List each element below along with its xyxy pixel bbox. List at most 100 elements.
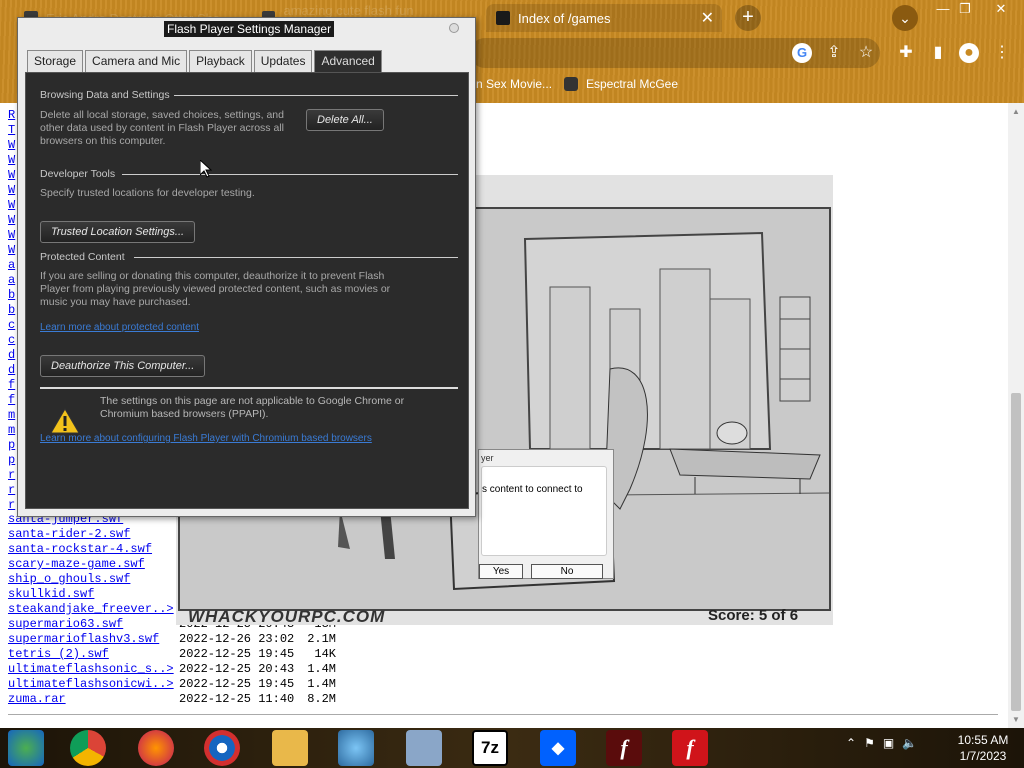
file-link[interactable]: ultimateflashsonicwi..> <box>8 677 179 692</box>
volume-icon[interactable]: 🔈 <box>902 736 917 750</box>
chrome-icon[interactable] <box>70 730 106 766</box>
obama-icon[interactable] <box>204 730 240 766</box>
chromium-config-link[interactable]: Learn more about configuring Flash Playe… <box>40 433 372 444</box>
flag-icon[interactable]: ⚑ <box>864 736 875 750</box>
scroll-thumb[interactable] <box>1011 393 1021 711</box>
flash-settings-window[interactable]: Flash Player Settings Manager Storage Ca… <box>17 17 476 517</box>
file-link[interactable]: p <box>8 453 15 468</box>
installer-icon[interactable] <box>406 730 442 766</box>
file-link[interactable]: santa-rockstar-4.swf <box>8 542 179 557</box>
network-tray-icon[interactable]: ▣ <box>883 736 894 750</box>
file-link[interactable]: c <box>8 318 15 333</box>
file-link[interactable]: W <box>8 153 15 168</box>
share-icon[interactable]: ⇪ <box>824 43 844 63</box>
file-link[interactable]: W <box>8 138 15 153</box>
tab-storage[interactable]: Storage <box>27 50 84 72</box>
file-link[interactable]: supermario63.swf <box>8 617 179 632</box>
file-link[interactable]: skullkid.swf <box>8 587 179 602</box>
file-link[interactable]: b <box>8 288 15 303</box>
tab-search-button[interactable]: ⌄ <box>892 5 918 31</box>
file-link[interactable]: c <box>8 333 15 348</box>
address-bar[interactable] <box>470 38 880 68</box>
trusted-location-settings-button[interactable]: Trusted Location Settings... <box>40 221 196 243</box>
bookmark-star-icon[interactable]: ☆ <box>856 43 876 63</box>
side-panel-icon[interactable]: ▮ <box>928 43 948 63</box>
flash-icon[interactable]: f <box>672 730 708 766</box>
file-link[interactable]: W <box>8 198 15 213</box>
file-link[interactable]: W <box>8 183 15 198</box>
file-link[interactable]: supermarioflashv3.swf <box>8 632 179 647</box>
chrome-remote-icon[interactable] <box>8 730 44 766</box>
file-explorer-icon[interactable] <box>272 730 308 766</box>
close-tab-icon[interactable]: ✕ <box>701 8 714 28</box>
developer-description: Specify trusted locations for developer … <box>40 187 255 199</box>
menu-kebab-icon[interactable]: ⋮ <box>992 43 1012 63</box>
file-link[interactable]: R <box>8 108 15 123</box>
file-link[interactable]: W <box>8 243 15 258</box>
file-date: 2022-12-25 19:45 <box>179 647 295 661</box>
file-size: 1.4M <box>307 662 336 676</box>
file-link[interactable]: steakandjake_freever..> <box>8 602 179 617</box>
delete-all-button[interactable]: Delete All... <box>306 109 384 131</box>
dropbox-icon[interactable]: ◆ <box>540 730 576 766</box>
file-link[interactable]: ultimateflashsonic_s..> <box>8 662 179 677</box>
extensions-icon[interactable]: ✚ <box>896 43 916 63</box>
mcgee-favicon-icon <box>564 77 578 91</box>
page-scrollbar[interactable]: ▲ ▼ <box>1008 103 1024 728</box>
file-link[interactable]: zuma.rar <box>8 692 179 707</box>
google-lens-icon[interactable]: G <box>792 43 812 63</box>
file-link[interactable]: f <box>8 393 15 408</box>
7zip-icon[interactable]: 7z <box>472 730 508 766</box>
file-link[interactable]: d <box>8 348 15 363</box>
file-link[interactable]: W <box>8 168 15 183</box>
no-button[interactable]: No <box>531 564 603 579</box>
profile-avatar-icon[interactable]: ● <box>959 43 979 63</box>
tab-updates[interactable]: Updates <box>253 50 313 72</box>
tab-playback[interactable]: Playback <box>189 50 252 72</box>
scroll-down-arrow-icon[interactable]: ▼ <box>1011 715 1021 725</box>
tab-camera-and-mic[interactable]: Camera and Mic <box>85 50 188 72</box>
file-link[interactable]: f <box>8 378 15 393</box>
file-link[interactable]: scary-maze-game.swf <box>8 557 179 572</box>
clock[interactable]: 10:55 AM 1/7/2023 <box>948 732 1018 764</box>
file-link[interactable]: tetris (2).swf <box>8 647 179 662</box>
yes-button[interactable]: Yes <box>479 564 523 579</box>
tab-index-of-games[interactable]: Index of /games ✕ <box>486 4 722 32</box>
file-date: 2022-12-25 19:45 <box>179 677 295 691</box>
file-link[interactable]: ship_o_ghouls.swf <box>8 572 179 587</box>
restore-button[interactable]: ❐ <box>948 0 982 18</box>
advanced-panel: Browsing Data and Settings Delete all lo… <box>25 72 469 509</box>
scroll-up-arrow-icon[interactable]: ▲ <box>1011 107 1021 117</box>
flash-permission-dialog[interactable]: yer s content to connect to Yes No <box>478 449 614 579</box>
mouse-cursor-icon <box>200 160 212 178</box>
protected-content-link[interactable]: Learn more about protected content <box>40 322 199 333</box>
close-icon[interactable] <box>449 23 459 33</box>
file-link[interactable]: d <box>8 363 15 378</box>
divider <box>134 257 458 258</box>
close-window-button[interactable]: ✕ <box>984 0 1018 18</box>
warning-icon <box>50 408 80 434</box>
file-link[interactable]: r <box>8 468 15 483</box>
file-link[interactable]: a <box>8 258 15 273</box>
file-link[interactable]: W <box>8 213 15 228</box>
show-hidden-icons-icon[interactable]: ⌃ <box>846 736 856 750</box>
file-link[interactable]: r <box>8 498 15 513</box>
file-link[interactable]: T <box>8 123 15 138</box>
file-link[interactable]: p <box>8 438 15 453</box>
bookmark-item[interactable]: Espectral McGee <box>564 77 678 91</box>
file-link[interactable]: b <box>8 303 15 318</box>
file-link[interactable]: m <box>8 423 15 438</box>
deauthorize-computer-button[interactable]: Deauthorize This Computer... <box>40 355 206 377</box>
file-link[interactable]: m <box>8 408 15 423</box>
firefox-icon[interactable] <box>138 730 174 766</box>
file-link[interactable]: santa-rider-2.swf <box>8 527 179 542</box>
file-link[interactable]: a <box>8 273 15 288</box>
tab-advanced[interactable]: Advanced <box>314 50 382 72</box>
flash-dark-icon[interactable]: f <box>606 730 642 766</box>
file-size: 2.1M <box>307 632 336 646</box>
file-link[interactable]: W <box>8 228 15 243</box>
new-tab-button[interactable]: + <box>735 5 761 31</box>
network-icon[interactable] <box>338 730 374 766</box>
bookmark-item[interactable]: n Sex Movie... <box>476 77 552 91</box>
file-link[interactable]: r <box>8 483 15 498</box>
